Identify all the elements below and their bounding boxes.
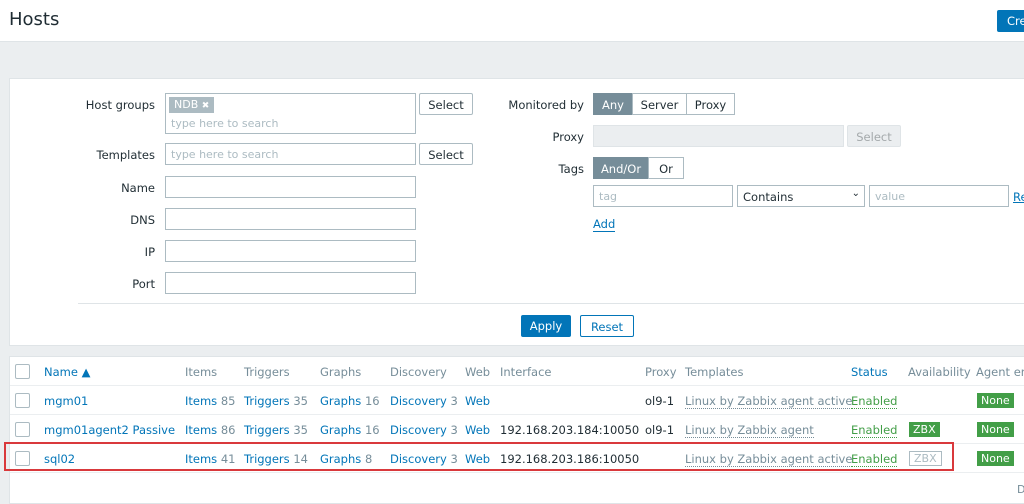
templates-label: Templates: [96, 148, 155, 162]
monitored-by-server[interactable]: Server: [632, 93, 687, 115]
monitored-by-any[interactable]: Any: [593, 93, 633, 115]
triggers-link[interactable]: Triggers: [244, 423, 290, 437]
agent-encryption-badge: None: [977, 393, 1014, 408]
monitored-by-label: Monitored by: [508, 98, 584, 112]
tag-operator-value: Contains: [743, 190, 794, 204]
status-link[interactable]: Enabled: [851, 394, 898, 409]
tag-operator-select[interactable]: Contains ⌄: [737, 185, 865, 207]
status-link[interactable]: Enabled: [851, 423, 898, 438]
tags-or[interactable]: Or: [648, 157, 684, 179]
column-web-header: Web: [465, 365, 491, 379]
column-triggers-header: Triggers: [244, 365, 290, 379]
proxy-label: Proxy: [552, 130, 584, 144]
remove-tag-link[interactable]: Re: [1013, 190, 1024, 204]
graphs-count: 16: [364, 423, 380, 437]
proxy-value: ol9-1: [645, 394, 675, 408]
tags-label: Tags: [558, 162, 584, 176]
column-templates-header: Templates: [685, 365, 744, 379]
filter-panel: Host groups NDB ✖ type here to search Se…: [9, 78, 1024, 346]
web-link[interactable]: Web: [465, 423, 490, 437]
triggers-count: 35: [293, 423, 308, 437]
discovery-count: 3: [450, 394, 458, 408]
proxy-value: ol9-1: [645, 423, 675, 437]
proxy-field: [593, 125, 844, 147]
highlight-box: [4, 442, 954, 471]
discovery-link[interactable]: Discovery: [390, 394, 447, 408]
chevron-down-icon: ⌄: [851, 188, 860, 199]
host-groups-field[interactable]: NDB ✖ type here to search: [165, 93, 416, 134]
graphs-link[interactable]: Graphs: [320, 394, 361, 408]
host-group-chip-label: NDB: [174, 98, 199, 111]
tag-input[interactable]: tag: [593, 185, 733, 207]
graphs-link[interactable]: Graphs: [320, 423, 361, 437]
name-input[interactable]: [165, 176, 416, 198]
page-header: Hosts Cre: [0, 0, 1024, 42]
items-count: 86: [220, 423, 236, 437]
host-groups-placeholder: type here to search: [171, 117, 279, 130]
hosts-table: Name ▲ Items Triggers Graphs Discovery W…: [9, 356, 1024, 504]
monitored-by-proxy[interactable]: Proxy: [686, 93, 735, 115]
discovery-link[interactable]: Discovery: [390, 423, 447, 437]
filter-divider: [78, 303, 1024, 304]
proxy-select-button: Select: [847, 125, 901, 147]
tag-placeholder: tag: [599, 190, 618, 203]
column-interface-header: Interface: [500, 365, 552, 379]
host-groups-label: Host groups: [85, 98, 155, 112]
dns-input[interactable]: [165, 208, 416, 230]
agent-encryption-badge: None: [977, 451, 1014, 466]
host-name-link[interactable]: mgm01agent2 Passive: [44, 423, 175, 437]
column-graphs-header: Graphs: [320, 365, 362, 379]
ip-input[interactable]: [165, 240, 416, 262]
column-discovery-header: Discovery: [390, 365, 447, 379]
dns-label: DNS: [130, 213, 155, 227]
row-checkbox[interactable]: [15, 393, 30, 408]
triggers-link[interactable]: Triggers: [244, 394, 290, 408]
table-header-row: Name ▲ Items Triggers Graphs Discovery W…: [10, 357, 1024, 386]
reset-button[interactable]: Reset: [580, 315, 634, 337]
add-tag-link[interactable]: Add: [593, 217, 616, 232]
port-label: Port: [132, 277, 155, 291]
items-count: 85: [220, 394, 236, 408]
templates-field[interactable]: type here to search: [165, 143, 416, 165]
column-name-header[interactable]: Name ▲: [44, 365, 90, 379]
web-link[interactable]: Web: [465, 394, 490, 408]
port-input[interactable]: [165, 272, 416, 294]
column-agent-encryption-header: Agent enc: [976, 365, 1024, 379]
select-all-checkbox[interactable]: [15, 364, 30, 379]
remove-chip-icon[interactable]: ✖: [202, 101, 210, 111]
templates-placeholder: type here to search: [171, 148, 279, 161]
ip-label: IP: [144, 245, 155, 259]
column-availability-header: Availability: [908, 365, 971, 379]
name-label: Name: [121, 181, 155, 195]
discovery-count: 3: [450, 423, 458, 437]
table-row: mgm01 Items 85 Triggers 35 Graphs 16 Dis…: [10, 386, 1024, 415]
tag-value-placeholder: value: [875, 190, 906, 203]
host-name-link[interactable]: mgm01: [44, 394, 88, 408]
create-host-button[interactable]: Cre: [997, 10, 1024, 32]
column-proxy-header: Proxy: [645, 365, 677, 379]
template-link[interactable]: Linux by Zabbix agent active: [685, 394, 853, 409]
interface-value: 192.168.203.184:10050: [500, 423, 640, 437]
zbx-availability-badge[interactable]: ZBX: [909, 422, 940, 437]
apply-button[interactable]: Apply: [521, 315, 571, 337]
triggers-count: 35: [293, 394, 308, 408]
row-checkbox[interactable]: [15, 422, 30, 437]
table-row: mgm01agent2 Passive Items 86 Triggers 35…: [10, 415, 1024, 444]
host-group-chip: NDB ✖: [169, 97, 215, 113]
agent-encryption-badge: None: [977, 422, 1014, 437]
template-link[interactable]: Linux by Zabbix agent: [685, 423, 814, 438]
page-title: Hosts: [9, 9, 60, 30]
items-link[interactable]: Items: [185, 394, 217, 408]
table-footer-text: D: [1017, 483, 1024, 496]
column-status-header[interactable]: Status: [851, 365, 888, 379]
tags-and-or[interactable]: And/Or: [593, 157, 649, 179]
graphs-count: 16: [364, 394, 380, 408]
tag-value-input[interactable]: value: [869, 185, 1009, 207]
items-link[interactable]: Items: [185, 423, 217, 437]
column-items-header: Items: [185, 365, 218, 379]
